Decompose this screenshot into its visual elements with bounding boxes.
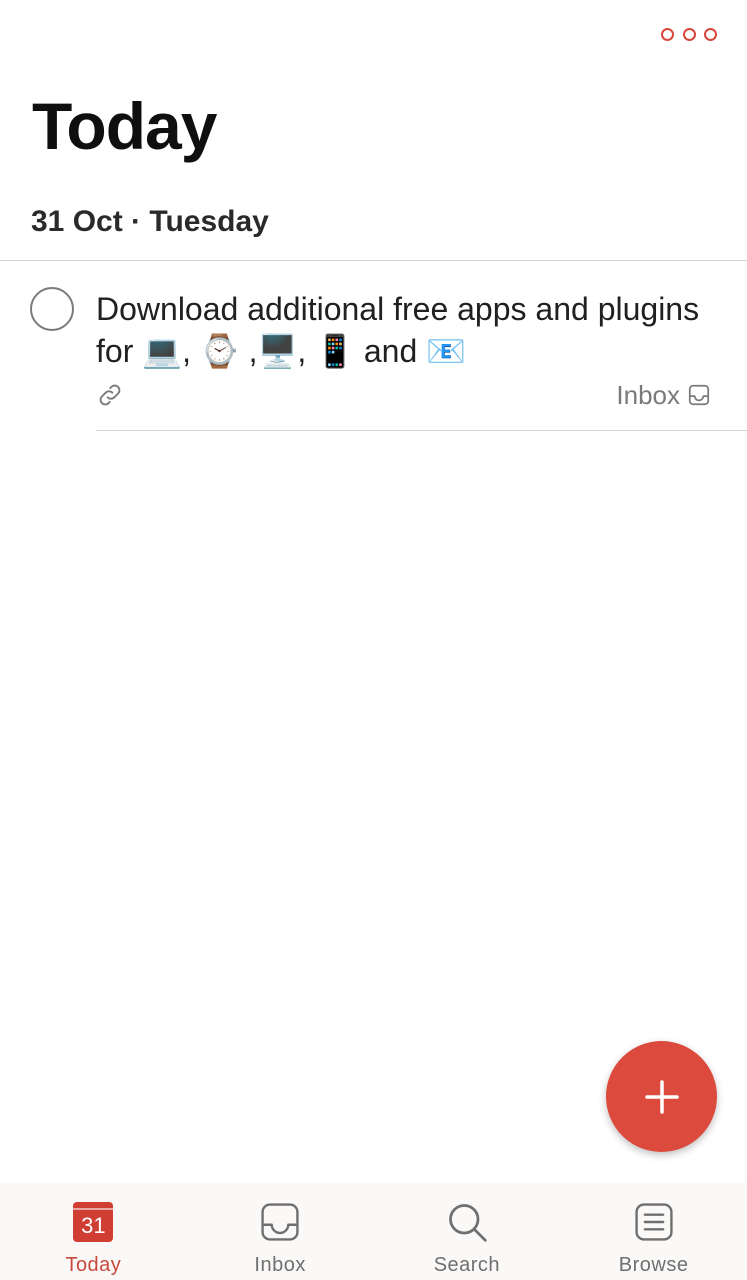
task-title[interactable]: Download additional free apps and plugin… (96, 288, 726, 372)
date-section-header: 31 Oct · Tuesday (31, 205, 269, 238)
calendar-icon: 31 (73, 1202, 114, 1242)
plus-icon (644, 1079, 679, 1114)
inbox-icon (688, 384, 710, 406)
page-title: Today (32, 89, 217, 163)
tab-label: Browse (618, 1254, 689, 1276)
tab-label: Today (65, 1254, 122, 1276)
tab-label: Inbox (254, 1254, 306, 1276)
inbox-icon (261, 1203, 299, 1241)
tab-browse[interactable]: Browse (560, 1183, 747, 1280)
list-icon (635, 1203, 673, 1241)
more-dot-icon (682, 27, 696, 41)
bottom-tab-bar: 31 Today Inbox Search Browse (0, 1183, 747, 1280)
link-icon (99, 384, 121, 406)
more-dot-icon (704, 27, 717, 41)
tab-inbox[interactable]: Inbox (187, 1183, 374, 1280)
project-name: Inbox (616, 379, 680, 410)
task-complete-checkbox[interactable] (30, 287, 74, 331)
task-item[interactable]: Download additional free apps and plugin… (0, 261, 747, 431)
add-task-button[interactable] (606, 1041, 717, 1152)
tab-search[interactable]: Search (374, 1183, 561, 1280)
tab-label: Search (433, 1254, 501, 1276)
calendar-day-number: 31 (81, 1213, 106, 1238)
task-meta: Inbox (96, 377, 712, 413)
today-screen: Today 31 Oct · Tuesday Download addition… (0, 0, 747, 1280)
task-divider (96, 430, 747, 431)
search-icon (449, 1204, 487, 1242)
more-dot-icon (661, 27, 674, 41)
more-options-button[interactable] (661, 22, 717, 46)
tab-today[interactable]: 31 Today (0, 1183, 187, 1280)
task-project-label[interactable]: Inbox (616, 380, 712, 411)
